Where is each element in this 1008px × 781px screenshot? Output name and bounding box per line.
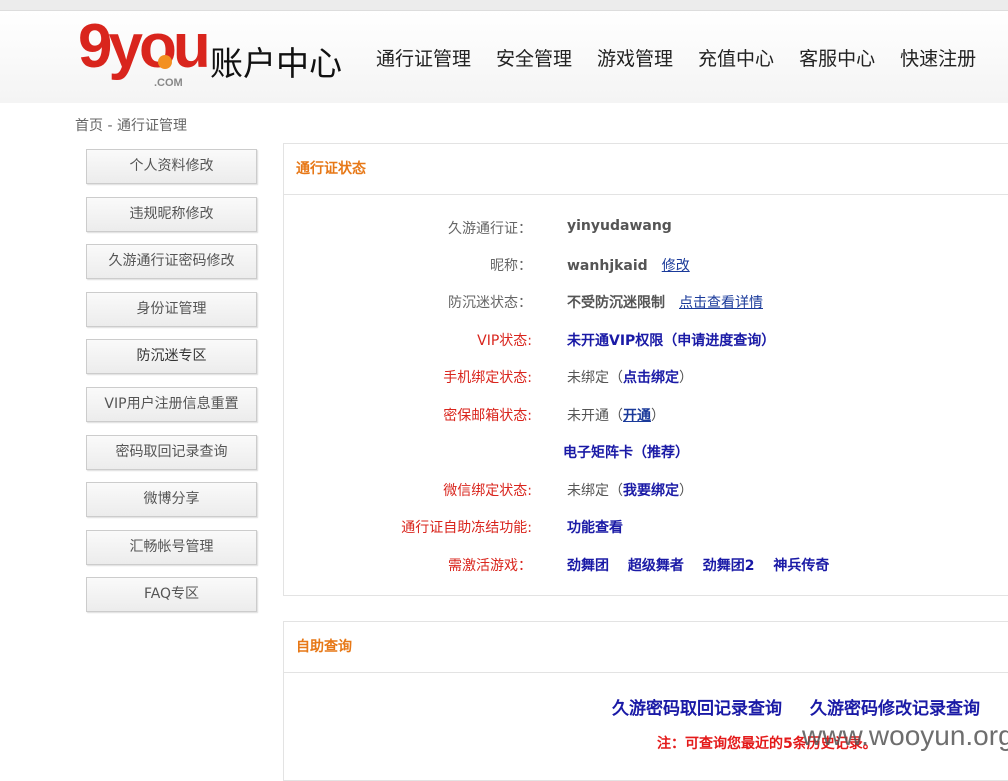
sidebar-item[interactable]: 防沉迷专区 xyxy=(86,339,257,375)
label: 防沉迷状态： xyxy=(448,295,532,311)
game-link[interactable]: 劲舞团2 xyxy=(703,558,755,574)
paren: ） xyxy=(651,408,665,424)
sidebar-item[interactable]: 违规昵称修改 xyxy=(86,196,257,232)
mail-open-link[interactable]: 开通 xyxy=(623,408,651,424)
freeze-link[interactable]: 功能查看 xyxy=(567,517,623,537)
logo-text: 9you xyxy=(78,12,211,81)
phone-value: 未绑定（ xyxy=(567,370,623,386)
query-panel: 自助查询 久游密码取回记录查询 久游密码修改记录查询 注：可查询您最近的5条历史记… xyxy=(283,621,1008,781)
sidebar-item[interactable]: VIP用户注册信息重置 xyxy=(86,386,257,422)
sidebar: 个人资料修改 违规昵称修改 久游通行证密码修改 身份证管理 防沉迷专区 VIP用… xyxy=(86,149,257,625)
sidebar-item[interactable]: 个人资料修改 xyxy=(86,149,257,184)
label: 手机绑定状态: xyxy=(443,370,532,386)
game-link[interactable]: 劲舞团 xyxy=(567,558,609,574)
nav-pass[interactable]: 通行证管理 xyxy=(376,44,471,71)
breadcrumb: 首页 - 通行证管理 xyxy=(75,118,187,134)
panel-title: 自助查询 xyxy=(284,622,1008,673)
nav-recharge[interactable]: 充值中心 xyxy=(698,44,774,71)
sidebar-item[interactable]: 身份证管理 xyxy=(86,291,257,327)
sidebar-item[interactable]: FAQ专区 xyxy=(86,577,257,613)
logo-sub: .COM xyxy=(154,77,183,89)
vip-link[interactable]: 未开通VIP权限（申请进度查询） xyxy=(567,330,775,350)
nav-games[interactable]: 游戏管理 xyxy=(597,44,673,71)
game-link[interactable]: 超级舞者 xyxy=(628,558,684,574)
nick-edit-link[interactable]: 修改 xyxy=(662,258,690,274)
account-value: yinyudawang xyxy=(567,218,672,234)
logo-dot-icon xyxy=(158,55,172,69)
nav-security[interactable]: 安全管理 xyxy=(496,44,572,71)
top-bar xyxy=(0,0,1008,11)
header: 9you .COM 账户中心 通行证管理 安全管理 游戏管理 充值中心 客服中心… xyxy=(0,11,1008,103)
nav-service[interactable]: 客服中心 xyxy=(799,44,875,71)
label: 昵称： xyxy=(490,258,532,274)
label: 需激活游戏： xyxy=(448,558,532,574)
sidebar-item[interactable]: 密码取回记录查询 xyxy=(86,434,257,470)
phone-bind-link[interactable]: 点击绑定 xyxy=(623,370,679,386)
label: 微信绑定状态: xyxy=(443,483,532,499)
logo[interactable]: 9you .COM xyxy=(78,12,211,91)
label: 密保邮箱状态: xyxy=(443,408,532,424)
matrix-card-link[interactable]: 电子矩阵卡（推荐） xyxy=(563,442,689,462)
mail-value: 未开通（ xyxy=(567,408,623,424)
status-panel: 通行证状态 久游通行证： yinyudawang 昵称： wanhjkaid 修改 防… xyxy=(283,143,1008,596)
main-nav: 通行证管理 安全管理 游戏管理 充值中心 客服中心 快速注册 xyxy=(376,44,976,71)
label: 通行证自助冻结功能: xyxy=(401,520,532,536)
sidebar-item[interactable]: 微博分享 xyxy=(86,482,257,518)
label: VIP状态: xyxy=(477,333,532,349)
watermark: www.wooyun.org xyxy=(802,720,1008,751)
game-link[interactable]: 神兵传奇 xyxy=(773,558,829,574)
change-record-link[interactable]: 久游密码修改记录查询 xyxy=(810,699,980,719)
panel-title: 通行证状态 xyxy=(284,144,1008,195)
sidebar-item[interactable]: 汇畅帐号管理 xyxy=(86,529,257,565)
addict-value: 不受防沉迷限制 xyxy=(567,295,665,311)
wechat-bind-link[interactable]: 我要绑定 xyxy=(623,483,679,499)
wechat-value: 未绑定（ xyxy=(567,483,623,499)
nick-value: wanhjkaid xyxy=(567,258,648,274)
paren: ） xyxy=(679,370,693,386)
page-title: 账户中心 xyxy=(210,44,342,83)
recover-record-link[interactable]: 久游密码取回记录查询 xyxy=(612,699,782,719)
nav-register[interactable]: 快速注册 xyxy=(900,44,976,71)
addict-detail-link[interactable]: 点击查看详情 xyxy=(679,295,763,311)
sidebar-item[interactable]: 久游通行证密码修改 xyxy=(86,244,257,280)
paren: ） xyxy=(679,483,693,499)
label: 久游通行证： xyxy=(448,221,532,237)
